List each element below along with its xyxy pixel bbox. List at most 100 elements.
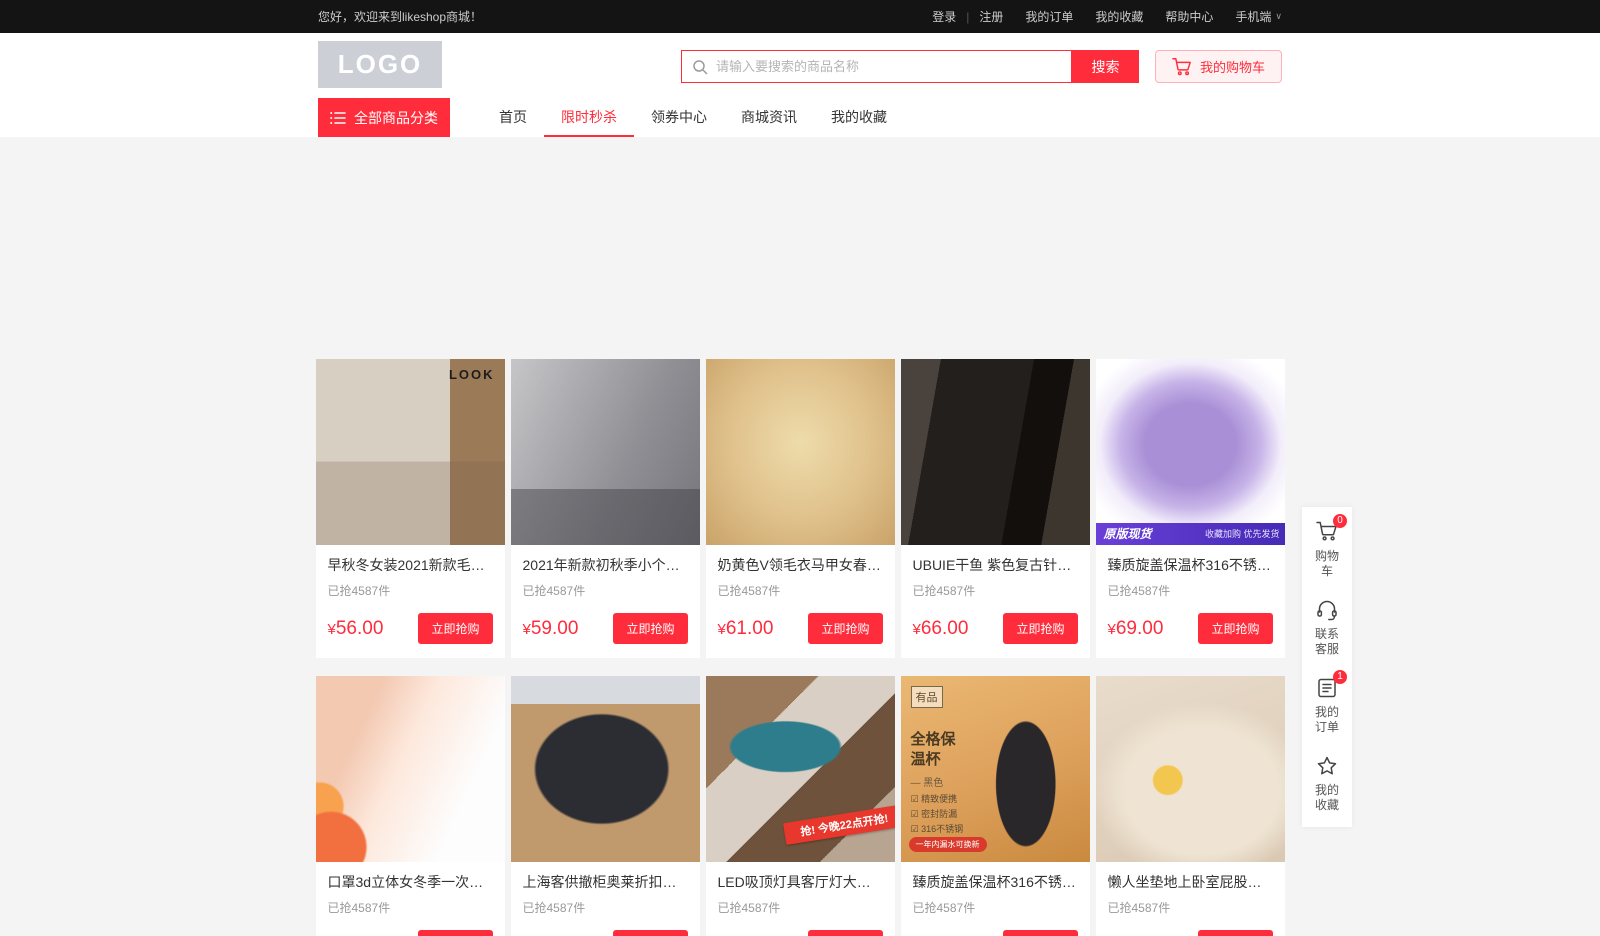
all-categories-label: 全部商品分类 xyxy=(354,108,438,128)
product-image xyxy=(1096,676,1285,862)
product-sold-count: 已抢4587件 xyxy=(913,582,1078,599)
toolbar-my-favorites[interactable]: 我的收藏 xyxy=(1306,755,1348,813)
image-overlay-bullets: ☑ 精致便携 ☑ 密封防漏 ☑ 316不锈钢 xyxy=(911,792,964,837)
product-card[interactable]: 2021年新款初秋季小个子马甲... 已抢4587件 ¥59.00 立即抢购 xyxy=(511,359,700,658)
category-list-icon xyxy=(330,111,346,125)
product-card[interactable]: UBUIE干鱼 紫色复古针织衫马... 已抢4587件 ¥66.00 立即抢购 xyxy=(901,359,1090,658)
product-sold-count: 已抢4587件 xyxy=(718,899,883,916)
buy-now-button[interactable]: 立即抢购 xyxy=(1003,930,1077,936)
product-card[interactable]: 有品全格保温杯— 黑色☑ 精致便携 ☑ 密封防漏 ☑ 316不锈钢一年内漏水可换… xyxy=(901,676,1090,936)
toolbar-my-orders-label: 我的订单 xyxy=(1314,705,1340,735)
product-sold-count: 已抢4587件 xyxy=(1108,582,1273,599)
image-overlay-brand: 有品 xyxy=(911,686,943,708)
help-center-link[interactable]: 帮助中心 xyxy=(1165,8,1213,25)
product-title: UBUIE干鱼 紫色复古针织衫马... xyxy=(913,555,1078,575)
product-currency: ¥ xyxy=(523,621,531,638)
product-sold-count: 已抢4587件 xyxy=(1108,899,1273,916)
toolbar-my-orders[interactable]: 1 我的订单 xyxy=(1306,677,1348,735)
toolbar-customer-service[interactable]: 联系客服 xyxy=(1306,599,1348,657)
search-input[interactable] xyxy=(716,59,1061,74)
product-price-value: 59.00 xyxy=(531,618,579,639)
buy-now-button[interactable]: 立即抢购 xyxy=(1198,930,1272,936)
image-overlay-img-sub: — 黑色 xyxy=(911,774,944,789)
product-card[interactable]: 懒人坐垫地上卧室屁股垫子办... 已抢4587件 ¥19.90 立即抢购 xyxy=(1096,676,1285,936)
register-link[interactable]: 注册 xyxy=(979,8,1003,25)
product-title: 奶黄色V领毛衣马甲女春秋慵懒... xyxy=(718,555,883,575)
toolbar-cart-label: 购物车 xyxy=(1314,549,1340,579)
product-price: ¥66.00 xyxy=(913,618,969,640)
toolbar-customer-service-label: 联系客服 xyxy=(1314,627,1340,657)
image-overlay-banner-sub: 收藏加购 优先发货 xyxy=(1205,527,1280,540)
product-currency: ¥ xyxy=(913,621,921,638)
buy-now-button[interactable]: 立即抢购 xyxy=(418,613,492,644)
product-sold-count: 已抢4587件 xyxy=(328,899,493,916)
product-title: 臻质旋盖保温杯316不锈钢内胆... xyxy=(1108,555,1273,575)
nav-item-mall-news[interactable]: 商城资讯 xyxy=(724,98,814,137)
mobile-link-label: 手机端 xyxy=(1235,8,1271,25)
product-image xyxy=(706,359,895,545)
product-title: 口罩3d立体女冬季一次性口罩 xyxy=(328,872,493,892)
image-overlay-look: LOOK xyxy=(449,367,495,382)
product-title: 上海客供撤柜奥莱折扣店outlets xyxy=(523,872,688,892)
product-grid: LOOK 早秋冬女装2021新款毛衣盐系... 已抢4587件 ¥56.00 立… xyxy=(316,359,1285,936)
toolbar-cart[interactable]: 0 购物车 xyxy=(1306,521,1348,579)
login-link[interactable]: 登录 xyxy=(932,8,956,25)
my-cart-button[interactable]: 我的购物车 xyxy=(1155,50,1282,83)
all-categories-button[interactable]: 全部商品分类 xyxy=(318,98,450,137)
product-price-value: 66.00 xyxy=(921,618,969,639)
my-favorites-link[interactable]: 我的收藏 xyxy=(1095,8,1143,25)
product-card[interactable]: 抢! 今晚22点开抢! LED吸顶灯具客厅灯大灯主卧... 已抢4587件 ¥6… xyxy=(706,676,895,936)
product-card[interactable]: 原版现货收藏加购 优先发货 臻质旋盖保温杯316不锈钢内胆... 已抢4587件… xyxy=(1096,359,1285,658)
buy-now-button[interactable]: 立即抢购 xyxy=(613,613,687,644)
product-price: ¥56.00 xyxy=(328,618,384,640)
product-card[interactable]: 奶黄色V领毛衣马甲女春秋慵懒... 已抢4587件 ¥61.00 立即抢购 xyxy=(706,359,895,658)
product-image xyxy=(901,359,1090,545)
product-image: 原版现货收藏加购 优先发货 xyxy=(1096,359,1285,545)
product-sold-count: 已抢4587件 xyxy=(523,899,688,916)
product-image xyxy=(511,676,700,862)
image-overlay-ribbon: 抢! 今晚22点开抢! xyxy=(783,805,895,845)
product-title: 2021年新款初秋季小个子马甲... xyxy=(523,555,688,575)
toolbar-my-favorites-label: 我的收藏 xyxy=(1314,783,1340,813)
buy-now-button[interactable]: 立即抢购 xyxy=(418,930,492,936)
cart-badge: 0 xyxy=(1333,514,1347,528)
mobile-link[interactable]: 手机端 ∨ xyxy=(1235,8,1282,25)
buy-now-button[interactable]: 立即抢购 xyxy=(1003,613,1077,644)
cart-icon xyxy=(1172,57,1192,76)
product-sold-count: 已抢4587件 xyxy=(913,899,1078,916)
search-icon xyxy=(692,59,708,75)
product-price: ¥61.00 xyxy=(718,618,774,640)
nav-item-coupon-center[interactable]: 领券中心 xyxy=(634,98,724,137)
product-title: 早秋冬女装2021新款毛衣盐系... xyxy=(328,555,493,575)
nav-item-my-favorites[interactable]: 我的收藏 xyxy=(814,98,904,137)
product-image: 抢! 今晚22点开抢! xyxy=(706,676,895,862)
cart-icon: 0 xyxy=(1316,521,1338,543)
headset-icon xyxy=(1316,599,1338,621)
product-price: ¥59.00 xyxy=(523,618,579,640)
product-card[interactable]: LOOK 早秋冬女装2021新款毛衣盐系... 已抢4587件 ¥56.00 立… xyxy=(316,359,505,658)
search-button[interactable]: 搜索 xyxy=(1072,50,1139,83)
my-orders-link[interactable]: 我的订单 xyxy=(1025,8,1073,25)
product-price-value: 61.00 xyxy=(726,618,774,639)
product-card[interactable]: 口罩3d立体女冬季一次性口罩 已抢4587件 ¥10.00 立即抢购 xyxy=(316,676,505,936)
topbar: 您好，欢迎来到likeshop商城！ 登录 | 注册 我的订单 我的收藏 帮助中… xyxy=(0,0,1600,33)
order-icon: 1 xyxy=(1316,677,1338,699)
nav-item-home[interactable]: 首页 xyxy=(482,98,544,137)
logo[interactable]: LOGO xyxy=(318,41,442,88)
buy-now-button[interactable]: 立即抢购 xyxy=(808,613,882,644)
product-image xyxy=(511,359,700,545)
product-sold-count: 已抢4587件 xyxy=(523,582,688,599)
main-content: LOOK 早秋冬女装2021新款毛衣盐系... 已抢4587件 ¥56.00 立… xyxy=(0,137,1600,936)
product-card[interactable]: 上海客供撤柜奥莱折扣店outlets 已抢4587件 ¥46.00 立即抢购 xyxy=(511,676,700,936)
buy-now-button[interactable]: 立即抢购 xyxy=(808,930,882,936)
buy-now-button[interactable]: 立即抢购 xyxy=(613,930,687,936)
product-title: 臻质旋盖保温杯316不锈钢内胆... xyxy=(913,872,1078,892)
product-sold-count: 已抢4587件 xyxy=(328,582,493,599)
orders-badge: 1 xyxy=(1333,670,1347,684)
image-overlay-pill: 一年内漏水可换新 xyxy=(909,837,987,852)
buy-now-button[interactable]: 立即抢购 xyxy=(1198,613,1272,644)
float-toolbar: 0 购物车 联系客服 1 我的订单 xyxy=(1302,507,1352,827)
welcome-text: 您好，欢迎来到likeshop商城！ xyxy=(318,8,482,25)
nav-item-flash-sale[interactable]: 限时秒杀 xyxy=(544,98,634,137)
product-image: LOOK xyxy=(316,359,505,545)
